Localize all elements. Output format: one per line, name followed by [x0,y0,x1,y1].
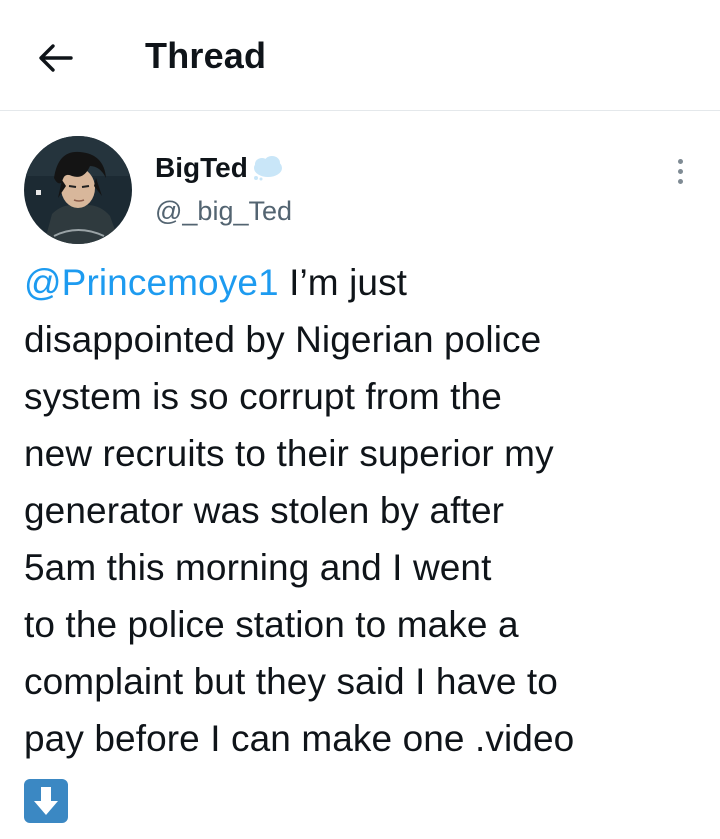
display-name[interactable]: BigTed [155,151,292,185]
tweet-text-line: system is so corrupt from the [24,376,502,417]
arrow-left-icon [39,44,73,72]
tweet-text-segment: I’m just [278,262,408,303]
more-vertical-icon-dot [677,168,683,174]
user-handle[interactable]: @_big_Ted [155,195,292,227]
tweet-text-line: pay before I can make one .video [24,718,575,759]
tweet-text-line: @Princemoye1 I’m just [24,254,704,311]
more-options-button[interactable] [664,151,696,191]
tweet-text-line: 5am this morning and I went [24,547,492,588]
mention-link[interactable]: @Princemoye1 [24,262,279,303]
tweet-text-line: complaint but they said I have to [24,661,558,702]
more-vertical-icon [677,158,683,164]
back-button[interactable] [34,36,78,80]
more-vertical-icon-dot [677,178,683,184]
tweet-text: @Princemoye1 I’m just disappointed by Ni… [24,254,704,824]
display-name-text: BigTed [155,152,248,183]
user-info: BigTed @_big_Ted [155,151,292,227]
tweet-text-line [24,767,704,824]
thread-header: Thread [0,0,720,111]
avatar[interactable] [24,136,132,244]
tweet-text-line: new recruits to their superior my [24,433,554,474]
tweet-text-line: to the police station to make a [24,604,519,645]
tweet-text-line: generator was stolen by after [24,490,505,531]
tweet-text-line: disappointed by Nigerian police [24,319,542,360]
cloud-emoji [250,154,284,182]
avatar-image [24,136,132,244]
page-title: Thread [145,35,267,76]
tweet: BigTed @_big_Ted @Princemoye1 I’m just d… [0,111,720,824]
down-arrow-emoji [24,779,68,824]
